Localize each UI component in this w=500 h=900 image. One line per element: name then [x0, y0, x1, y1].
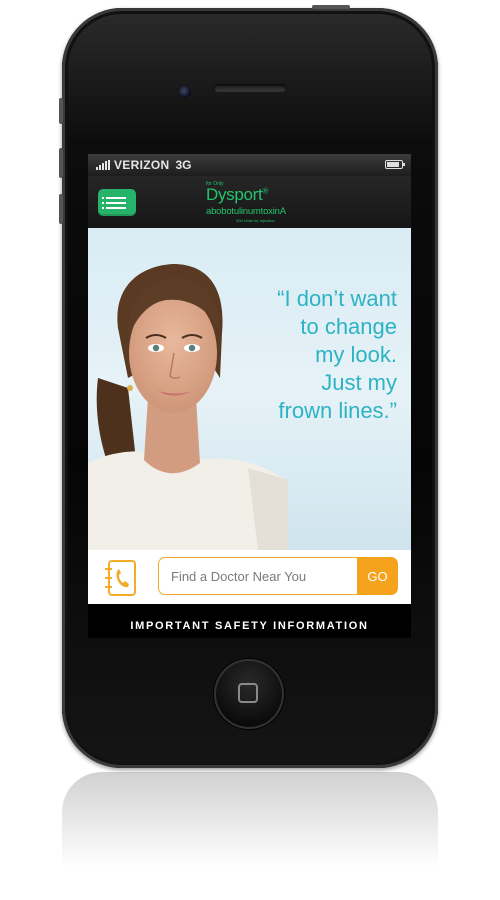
- network-type: 3G: [175, 158, 192, 172]
- signal-strength-icon: [96, 160, 110, 170]
- menu-button[interactable]: [98, 189, 136, 216]
- quote-line: “I don’t want: [277, 286, 397, 311]
- app-header: for Only Dysport® abobotulinumtoxinA 300…: [88, 176, 411, 228]
- battery-icon: [385, 160, 405, 169]
- important-safety-information-link[interactable]: IMPORTANT SAFETY INFORMATION: [88, 613, 411, 638]
- front-camera: [179, 86, 191, 98]
- volume-down-button: [59, 194, 63, 224]
- quote-line: Just my: [321, 370, 397, 395]
- logo-dose-line: 300 Units for Injection: [236, 218, 275, 223]
- hero-banner: “I don’t want to change my look. Just my…: [88, 228, 411, 550]
- address-book-phone-icon[interactable]: [102, 558, 140, 598]
- mute-switch: [59, 98, 63, 124]
- quote-line: my look.: [315, 342, 397, 367]
- home-button[interactable]: [214, 659, 284, 729]
- quote-line: to change: [300, 314, 397, 339]
- status-bar: VERIZON 3G: [88, 154, 411, 176]
- phone-screen: VERIZON 3G for Only Dysport® abobotulinu…: [88, 154, 411, 638]
- quote-line: frown lines.”: [278, 398, 397, 423]
- volume-up-button: [59, 148, 63, 178]
- logo-brand: Dysport®: [206, 185, 269, 204]
- phone-reflection: [62, 772, 438, 892]
- power-button: [312, 5, 350, 9]
- hero-quote: “I don’t want to change my look. Just my…: [197, 285, 397, 425]
- logo-generic-name: abobotulinumtoxinA: [206, 206, 286, 217]
- hamburger-menu-icon: [102, 197, 126, 199]
- doctor-finder: GO: [88, 550, 411, 604]
- earpiece-speaker: [214, 84, 286, 92]
- home-square-icon: [238, 683, 258, 703]
- find-doctor-input[interactable]: [158, 557, 357, 595]
- go-button[interactable]: GO: [357, 557, 398, 595]
- dysport-logo[interactable]: for Only Dysport® abobotulinumtoxinA 300…: [200, 179, 300, 225]
- carrier-name: VERIZON: [114, 158, 170, 172]
